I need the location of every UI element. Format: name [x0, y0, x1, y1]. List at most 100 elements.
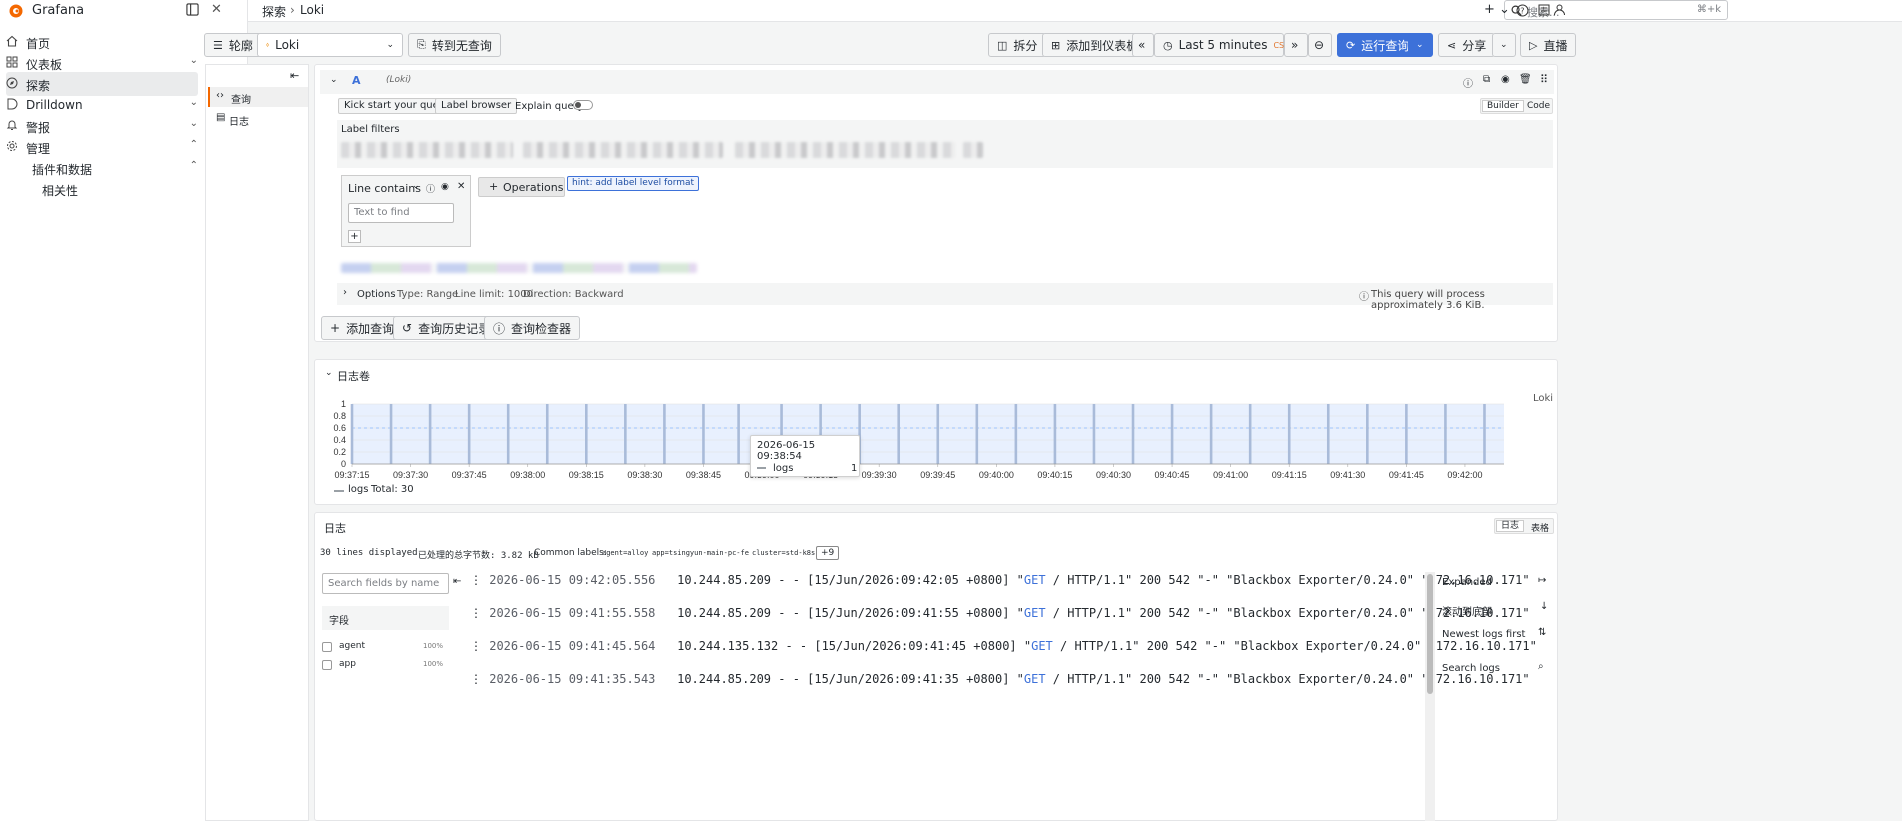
label-filter-redacted[interactable]	[735, 142, 955, 158]
outline-button[interactable]: ☰ 轮廓	[204, 33, 262, 57]
more-labels-button[interactable]: +9	[816, 546, 840, 560]
chevron-down-icon[interactable]: ⌄	[190, 55, 198, 66]
query-options-row[interactable]: › Options Type: Range Line limit: 1000 D…	[337, 283, 1553, 311]
help-icon[interactable]: ?	[1516, 4, 1529, 17]
split-button[interactable]: ◫ 拆分	[988, 33, 1047, 57]
zoom-out-button[interactable]: ⊖	[1308, 33, 1332, 57]
chevron-down-icon[interactable]: ⌄	[412, 181, 420, 191]
query-history-label: 查询历史记录	[418, 321, 491, 336]
info-icon[interactable]: ⓘ	[426, 182, 435, 195]
chevron-down-icon: ⌄	[1500, 40, 1508, 50]
chevron-down-icon[interactable]: ⌄	[190, 118, 198, 129]
chevron-up-icon[interactable]: ⌃	[190, 160, 198, 171]
query-inspector-button[interactable]: ⓘ 查询检查器	[484, 316, 581, 340]
field-checkbox[interactable]	[322, 642, 332, 652]
builder-mode-button[interactable]: Builder	[1482, 100, 1524, 112]
logs-view-button[interactable]: 日志	[1496, 520, 1525, 532]
help-icon[interactable]: ⓘ	[1463, 75, 1473, 90]
close-sidebar-icon[interactable]: ✕	[211, 2, 225, 17]
line-contains-label[interactable]: Line contains	[348, 182, 421, 195]
time-range-picker[interactable]: ◷Last 5 minutesCST⌄	[1154, 33, 1303, 57]
live-button[interactable]: ▷ 直播	[1520, 33, 1577, 57]
add-label-filter-button[interactable]	[963, 142, 983, 158]
collapse-outline-icon[interactable]: ⇤	[290, 69, 299, 82]
log-row[interactable]: ⋮ 2026-06-15 09:41:45.564 10.244.135.132…	[470, 639, 1537, 653]
log-timestamp: 2026-06-15 09:41:55.558	[489, 606, 656, 620]
add-new-icon[interactable]: + ⌄	[1484, 2, 1510, 17]
chart-bar	[1444, 404, 1447, 464]
user-avatar-icon[interactable]	[1553, 3, 1566, 16]
log-row-menu-icon[interactable]: ⋮	[470, 573, 482, 587]
chevron-down-icon[interactable]: ⌄	[325, 368, 333, 378]
x-tick-label: 09:37:45	[452, 470, 487, 480]
eye-icon[interactable]: ◉	[441, 182, 449, 192]
loki-logo-icon: ⬫	[266, 38, 270, 51]
label-browser-button[interactable]: Label browser	[435, 98, 518, 114]
label-filter-redacted[interactable]	[523, 142, 723, 158]
table-view-button[interactable]: 表格	[1531, 521, 1549, 534]
chevron-up-icon[interactable]: ⌃	[190, 139, 198, 150]
sidebar-item-correlations[interactable]: 相关性	[36, 177, 198, 201]
close-icon[interactable]: ✕	[457, 181, 465, 192]
zoom-out-icon: ⊖	[1314, 38, 1325, 52]
scrollbar-thumb[interactable]	[1427, 574, 1433, 694]
collapse-fields-icon[interactable]: ⇤	[453, 576, 461, 587]
share-dropdown[interactable]: ⌄	[1492, 33, 1516, 57]
scroll-bottom-button[interactable]: 滚动到底部 ↓	[1438, 598, 1554, 618]
news-icon[interactable]	[1538, 4, 1550, 16]
label-filter-redacted[interactable]	[341, 142, 513, 158]
time-forward-button[interactable]: »	[1284, 33, 1308, 57]
code-mode-button[interactable]: Code	[1527, 101, 1550, 111]
log-row[interactable]: ⋮ 2026-06-15 09:41:35.543 10.244.85.209 …	[470, 672, 1530, 686]
field-row[interactable]: app 100%	[322, 659, 448, 673]
field-name: agent	[339, 641, 365, 651]
logs-volume-title[interactable]: 日志卷	[337, 368, 370, 384]
add-query-button[interactable]: + 添加查询	[321, 316, 404, 340]
expand-icon: ↦	[1538, 575, 1547, 586]
search-fields-input[interactable]: Search fields by name	[322, 573, 449, 594]
common-label: cluster=std-k8s	[752, 549, 816, 557]
chart-bar	[737, 404, 740, 464]
log-row[interactable]: ⋮ 2026-06-15 09:42:05.556 10.244.85.209 …	[470, 573, 1530, 587]
field-row[interactable]: agent 100%	[322, 641, 448, 655]
field-checkbox[interactable]	[322, 660, 332, 670]
logs-volume-chart[interactable]: 0 0.2 0.4 0.6 0.8 1 09:37:15 09:37:30 09:37:45 09…	[320, 396, 1550, 484]
options-label: Options	[357, 289, 396, 300]
outline-item-query[interactable]: ‹› 查询	[208, 87, 308, 107]
breadcrumb-explore[interactable]: 探索	[262, 3, 286, 20]
drag-handle-icon[interactable]: ⠿	[1540, 73, 1548, 86]
share-button[interactable]: ⋖ 分享	[1438, 33, 1496, 57]
run-query-dropdown[interactable]: ⌄	[1408, 33, 1432, 57]
dock-sidebar-icon[interactable]	[186, 3, 200, 17]
chevron-down-icon[interactable]: ⌄	[330, 75, 338, 85]
query-ref-label[interactable]: A	[352, 74, 361, 87]
trash-icon[interactable]: 🗑	[1519, 74, 1532, 85]
query-hint-button[interactable]: hint: add label level format	[567, 176, 700, 191]
compass-icon	[6, 77, 18, 89]
breadcrumb-loki: Loki	[300, 3, 325, 17]
expanded-toggle[interactable]: Expanded ↦	[1438, 572, 1554, 592]
outline-item-logs[interactable]: ▤ 日志	[208, 109, 308, 129]
operations-button[interactable]: + Operations	[478, 177, 565, 197]
duplicate-icon[interactable]: ⧉	[1483, 74, 1490, 85]
sort-order-button[interactable]: Newest logs first ⇅	[1438, 624, 1554, 644]
double-chevron-left-icon: «	[1138, 38, 1146, 52]
add-param-button[interactable]: +	[348, 230, 361, 243]
log-row-menu-icon[interactable]: ⋮	[470, 639, 482, 653]
time-back-button[interactable]: «	[1132, 33, 1154, 57]
go-queryless-button[interactable]: ⎘ 转到无查询	[408, 33, 501, 57]
chevron-down-icon[interactable]: ⌄	[190, 97, 198, 108]
explain-query-toggle[interactable]	[573, 100, 593, 110]
log-row[interactable]: ⋮ 2026-06-15 09:41:55.558 10.244.85.209 …	[470, 606, 1530, 620]
logs-scrollbar[interactable]	[1425, 572, 1435, 821]
search-logs-button[interactable]: Search logs ⌕	[1438, 658, 1554, 678]
eye-icon[interactable]: ◉	[1501, 74, 1510, 85]
text-to-find-input[interactable]: Text to find	[348, 203, 454, 223]
datasource-picker[interactable]: ⬫ Loki ⌄	[257, 33, 403, 57]
scroll-bottom-label: 滚动到底部	[1442, 607, 1492, 618]
arrow-down-icon: ↓	[1540, 601, 1549, 612]
log-row-menu-icon[interactable]: ⋮	[470, 672, 482, 686]
legend-series-name[interactable]: logs	[348, 484, 368, 495]
log-row-menu-icon[interactable]: ⋮	[470, 606, 482, 620]
sidebar-item-label: 管理	[26, 142, 51, 156]
